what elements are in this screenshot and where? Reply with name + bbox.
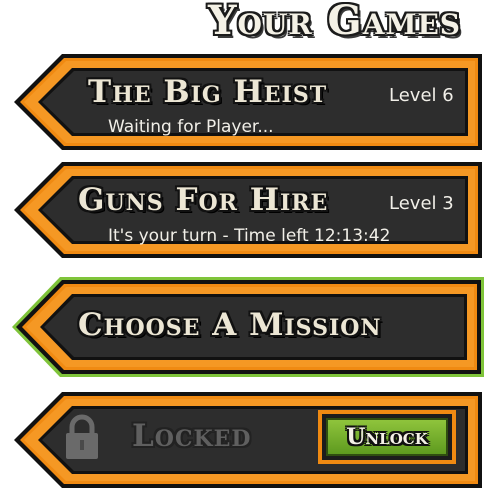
locked-label: Locked <box>132 418 252 454</box>
game-title: The Big Heist <box>88 74 328 110</box>
unlock-label: Unlock <box>346 424 428 450</box>
unlock-button[interactable]: Unlock <box>318 410 456 464</box>
game-level: Level 3 <box>389 193 454 214</box>
unlock-button-face[interactable]: Unlock <box>326 418 448 456</box>
locked-slot: Locked Unlock <box>12 390 484 490</box>
mission-label: Choose A Mission <box>78 307 382 343</box>
game-status: Waiting for Player... <box>108 117 274 137</box>
screen-title: Your Games <box>208 0 461 44</box>
your-games-screen: Your Games The Big Heist Level 6 Waiting… <box>0 0 495 502</box>
game-level: Level 6 <box>389 85 454 106</box>
padlock-icon <box>66 414 98 459</box>
choose-mission-button[interactable]: Choose A Mission <box>12 277 484 377</box>
game-title: Guns For Hire <box>78 182 329 218</box>
game-card-the-big-heist[interactable]: The Big Heist Level 6 Waiting for Player… <box>12 52 484 152</box>
game-card-guns-for-hire[interactable]: Guns For Hire Level 3 It's your turn - T… <box>12 160 484 260</box>
game-status: It's your turn - Time left 12:13:42 <box>108 226 391 246</box>
